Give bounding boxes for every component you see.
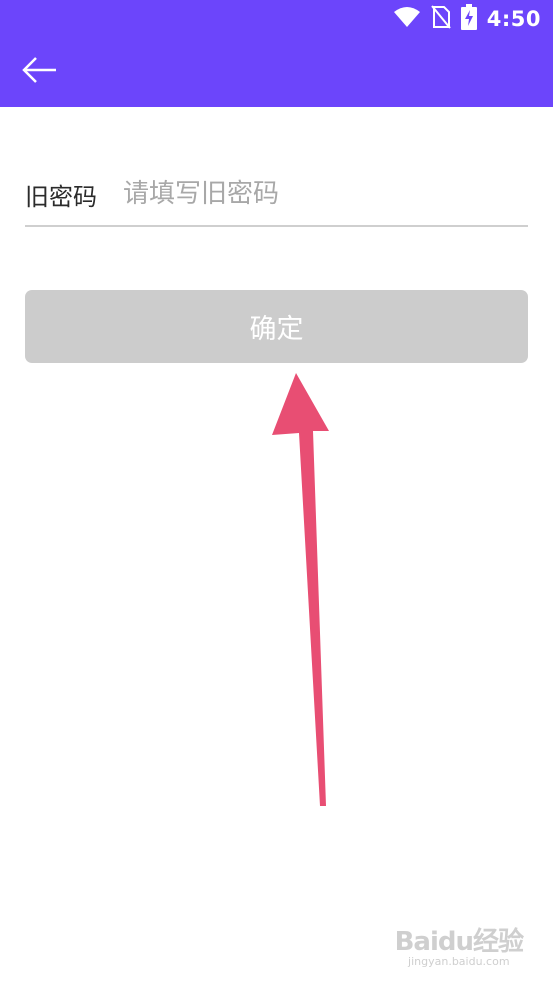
watermark-url: jingyan.baidu.com — [408, 955, 510, 968]
watermark: Baidu经验 jingyan.baidu.com — [394, 921, 524, 968]
watermark-logo: Baidu经验 — [394, 927, 524, 957]
annotation-arrow — [272, 373, 329, 806]
